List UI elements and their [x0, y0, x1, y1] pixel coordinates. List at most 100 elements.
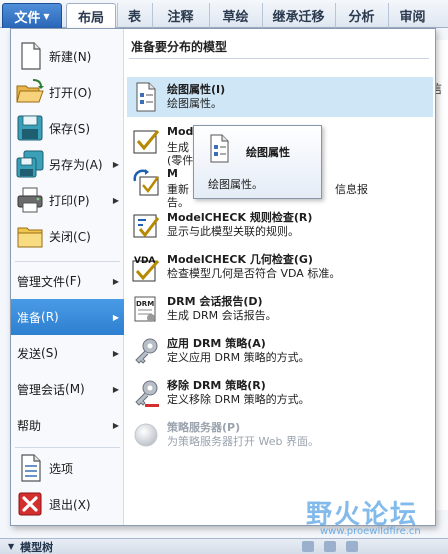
- menu-item-close[interactable]: 关闭(C): [11, 218, 124, 254]
- file-menu-left-column: 新建(N) 打开(O) 保存(S) 另存为(A) ▶ 打印(P) ▶ 关闭(C)…: [11, 29, 124, 525]
- chevron-right-icon: ▶: [112, 195, 119, 205]
- tree-filter-icon[interactable]: [346, 541, 358, 552]
- tooltip-desc: 绘图属性。: [208, 178, 263, 191]
- menu-item-send[interactable]: 发送 (S) ▶: [11, 335, 124, 371]
- tab-analysis[interactable]: 分析: [335, 3, 387, 28]
- menu-item-help[interactable]: 帮助 ▶: [11, 407, 124, 443]
- chevron-right-icon: ▶: [112, 276, 119, 286]
- apply-key-icon: [131, 335, 161, 367]
- tree-settings-icon[interactable]: [324, 541, 336, 552]
- submenu-item-desc: 生成 DRM 会话报告。: [167, 309, 277, 322]
- tab-table[interactable]: 表: [117, 3, 151, 28]
- submenu-header: 准备要分布的模型: [129, 35, 429, 59]
- remove-key-icon: [131, 377, 161, 409]
- file-tab[interactable]: 文件 ▼: [2, 3, 62, 28]
- submenu-item-geometry-check[interactable]: VDA ModelCHECK 几何检查(G) 检查模型几何是否符合 VDA 标准…: [127, 247, 433, 287]
- submenu-item-desc: 为策略服务器打开 Web 界面。: [167, 435, 319, 448]
- menu-item-label: 帮助: [17, 418, 42, 433]
- menu-item-label: 管理会话: [17, 382, 66, 397]
- submenu-item-drm-report[interactable]: DRM DRM 会话报告(D) 生成 DRM 会话报告。: [127, 289, 433, 329]
- chevron-right-icon: ▶: [112, 159, 119, 169]
- printer-icon: [15, 185, 45, 215]
- modelcheck-icon: [131, 125, 161, 157]
- submenu-item-title: M: [167, 167, 178, 180]
- menu-item-open[interactable]: 打开(O): [11, 74, 124, 110]
- new-document-icon: [15, 41, 45, 71]
- menu-item-manage-files[interactable]: 管理文件 (F) ▶: [11, 263, 124, 299]
- menu-item-label: 关闭(C): [49, 229, 91, 244]
- menu-item-shortcut: (S): [41, 346, 58, 360]
- submenu-item-desc: 定义移除 DRM 策略的方式。: [167, 393, 310, 406]
- menu-item-label: 管理文件: [17, 274, 66, 289]
- submenu-item-apply-drm[interactable]: 应用 DRM 策略(A) 定义应用 DRM 策略的方式。: [127, 331, 433, 371]
- chevron-right-icon: ▶: [112, 312, 119, 322]
- close-folder-icon: [15, 221, 45, 251]
- menu-item-shortcut: (F): [65, 274, 82, 288]
- file-menu: 新建(N) 打开(O) 保存(S) 另存为(A) ▶ 打印(P) ▶ 关闭(C)…: [10, 28, 436, 526]
- chevron-right-icon: ▶: [112, 348, 119, 358]
- drawing-properties-icon: [207, 134, 233, 164]
- save-disk-icon: [15, 113, 45, 143]
- menu-item-label: 退出(X): [49, 497, 91, 512]
- menu-item-label: 保存(S): [49, 121, 90, 136]
- exit-icon: [15, 489, 45, 519]
- vda-icon: VDA: [131, 251, 161, 283]
- chevron-down-icon: ▼: [43, 11, 50, 21]
- svg-text:VDA: VDA: [134, 256, 155, 266]
- menu-divider: [15, 447, 120, 448]
- drm-report-icon: DRM: [131, 293, 161, 325]
- watermark-logo: 野火论坛 www.proewildfire.cn: [306, 494, 444, 540]
- tab-annotate[interactable]: 注释: [152, 3, 208, 28]
- open-folder-icon: [15, 77, 45, 107]
- model-tree-tools: [302, 541, 358, 552]
- ribbon-bar: 文件 ▼ 布局 表 注释 草绘 继承迁移 分析 审阅: [0, 0, 448, 29]
- menu-item-manage-session[interactable]: 管理会话 (M) ▶: [11, 371, 124, 407]
- tooltip-title: 绘图属性: [246, 146, 290, 159]
- menu-item-label: 选项: [49, 461, 74, 476]
- tab-legacy-migration[interactable]: 继承迁移: [262, 3, 334, 28]
- drawing-properties-icon: [131, 81, 161, 113]
- tab-sketch[interactable]: 草绘: [209, 3, 261, 28]
- submenu-item-desc: 绘图属性。: [167, 97, 222, 110]
- menu-item-label: 准备: [17, 310, 42, 325]
- menu-item-label: 打印(P): [49, 193, 90, 208]
- menu-item-shortcut: (R): [41, 310, 59, 324]
- submenu-item-desc-tail: 信息报: [335, 183, 368, 196]
- rule-check-icon: [131, 209, 161, 241]
- menu-item-prepare[interactable]: 准备 (R) ▶: [11, 299, 124, 335]
- chevron-right-icon: ▶: [112, 420, 119, 430]
- menu-item-options[interactable]: 选项: [11, 450, 124, 486]
- menu-item-exit[interactable]: 退出(X): [11, 486, 124, 522]
- submenu-item-desc: 定义应用 DRM 策略的方式。: [167, 351, 310, 364]
- save-as-icon: [15, 149, 45, 179]
- tab-review[interactable]: 审阅: [388, 3, 436, 28]
- menu-item-label: 另存为(A): [49, 157, 103, 172]
- submenu-item-desc: 显示与此模型关联的规则。: [167, 225, 299, 238]
- file-tab-label: 文件: [14, 10, 41, 26]
- submenu-item-drawing-properties[interactable]: 绘图属性(I) 绘图属性。: [127, 77, 433, 117]
- menu-item-save-as[interactable]: 另存为(A) ▶: [11, 146, 124, 182]
- menu-item-label: 发送: [17, 346, 42, 361]
- menu-item-save[interactable]: 保存(S): [11, 110, 124, 146]
- prepare-submenu: 准备要分布的模型 绘图属性(I) 绘图属性。 生成 (零件 M 重新 告。 信息…: [125, 29, 435, 525]
- policy-server-icon: [131, 419, 161, 451]
- regenerate-icon: [131, 167, 161, 199]
- chevron-right-icon: ▶: [112, 384, 119, 394]
- submenu-item-policy-server: 策略服务器(P) 为策略服务器打开 Web 界面。: [127, 415, 433, 455]
- submenu-item-rule-check[interactable]: ModelCHECK 规则检查(R) 显示与此模型关联的规则。: [127, 205, 433, 245]
- submenu-item-desc: 检查模型几何是否符合 VDA 标准。: [167, 267, 341, 280]
- svg-text:DRM: DRM: [136, 300, 154, 308]
- submenu-item-remove-drm[interactable]: 移除 DRM 策略(R) 定义移除 DRM 策略的方式。: [127, 373, 433, 413]
- tab-layout[interactable]: 布局: [66, 3, 116, 29]
- model-tree-label[interactable]: 模型树: [20, 539, 53, 554]
- options-icon: [15, 453, 45, 483]
- menu-item-new[interactable]: 新建(N): [11, 38, 124, 74]
- model-tree-bar: ▼ 模型树: [0, 538, 448, 554]
- tooltip-drawing-properties: 绘图属性 绘图属性。: [193, 125, 322, 199]
- menu-item-print[interactable]: 打印(P) ▶: [11, 182, 124, 218]
- menu-item-shortcut: (M): [65, 382, 85, 396]
- tree-tool-icon[interactable]: [302, 541, 314, 552]
- menu-item-label: 新建(N): [49, 49, 92, 64]
- menu-divider: [15, 261, 120, 262]
- triangle-down-icon[interactable]: ▼: [8, 542, 14, 551]
